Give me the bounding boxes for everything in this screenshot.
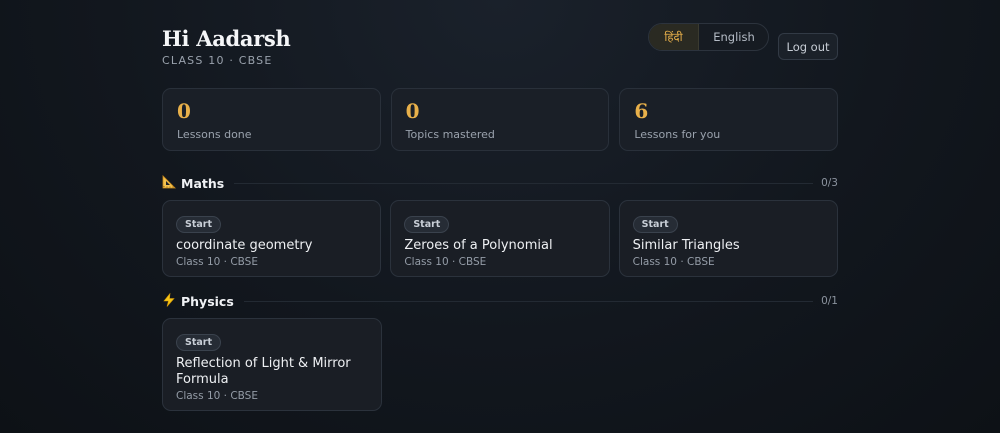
section-header-maths: Maths 0/3 bbox=[162, 171, 838, 195]
dashboard: Hi Aadarsh CLASS 10 · CBSE हिंदी English… bbox=[162, 0, 839, 411]
stat-card-lessons-for-you: 6 Lessons for you bbox=[619, 88, 839, 151]
lightning-icon bbox=[162, 292, 176, 310]
section-progress-count: 0/1 bbox=[821, 295, 838, 307]
lesson-title: Similar Triangles bbox=[632, 238, 740, 253]
lesson-title: Reflection of Light & Mirror Formula bbox=[176, 356, 351, 387]
stat-value: 0 bbox=[405, 99, 420, 123]
lesson-card[interactable]: Start coordinate geometry Class 10 · CBS… bbox=[162, 200, 382, 277]
start-badge: Start bbox=[176, 216, 222, 233]
section-title-text: Maths bbox=[181, 175, 225, 191]
stat-card-lessons-done: 0 Lessons done bbox=[162, 88, 381, 151]
logout-button[interactable]: Log out bbox=[778, 33, 838, 60]
stat-label: Topics mastered bbox=[405, 128, 495, 141]
section-divider bbox=[243, 300, 814, 302]
lesson-cards-physics: Start Reflection of Light & Mirror Formu… bbox=[162, 318, 838, 411]
lesson-title: Zeroes of a Polynomial bbox=[404, 238, 553, 253]
stat-value: 6 bbox=[634, 99, 649, 123]
section-header-physics: Physics 0/1 bbox=[162, 289, 838, 313]
lesson-meta: Class 10 · CBSE bbox=[404, 256, 487, 268]
language-toggle: हिंदी English bbox=[648, 23, 769, 51]
lesson-meta: Class 10 · CBSE bbox=[176, 256, 258, 268]
lesson-card[interactable]: Start Similar Triangles Class 10 · CBSE bbox=[618, 200, 838, 277]
stat-card-topics-mastered: 0 Topics mastered bbox=[390, 88, 610, 151]
stats-row: 0 Lessons done 0 Topics mastered 6 Lesso… bbox=[162, 88, 839, 151]
page-title: Hi Aadarsh bbox=[162, 26, 291, 51]
section-title: Maths bbox=[162, 174, 225, 192]
section-divider bbox=[234, 182, 814, 184]
lesson-cards-maths: Start coordinate geometry Class 10 · CBS… bbox=[162, 200, 838, 277]
lesson-title: coordinate geometry bbox=[176, 238, 313, 253]
language-option-hindi[interactable]: हिंदी bbox=[649, 24, 699, 50]
language-option-english[interactable]: English bbox=[699, 24, 768, 50]
lesson-card[interactable]: Start Reflection of Light & Mirror Formu… bbox=[162, 318, 382, 411]
header: Hi Aadarsh CLASS 10 · CBSE हिंदी English… bbox=[162, 0, 838, 88]
stat-value: 0 bbox=[177, 99, 191, 123]
stat-label: Lessons for you bbox=[634, 128, 721, 141]
start-badge: Start bbox=[176, 334, 222, 351]
section-title: Physics bbox=[162, 292, 234, 310]
section-title-text: Physics bbox=[181, 293, 234, 309]
start-badge: Start bbox=[404, 216, 450, 233]
triangular-ruler-icon bbox=[162, 174, 176, 192]
lesson-meta: Class 10 · CBSE bbox=[632, 256, 715, 268]
section-progress-count: 0/3 bbox=[821, 177, 838, 189]
class-board-label: CLASS 10 · CBSE bbox=[162, 54, 273, 67]
start-badge: Start bbox=[632, 216, 678, 233]
lesson-card[interactable]: Start Zeroes of a Polynomial Class 10 · … bbox=[390, 200, 610, 277]
lesson-meta: Class 10 · CBSE bbox=[176, 390, 258, 402]
stat-label: Lessons done bbox=[177, 128, 252, 141]
